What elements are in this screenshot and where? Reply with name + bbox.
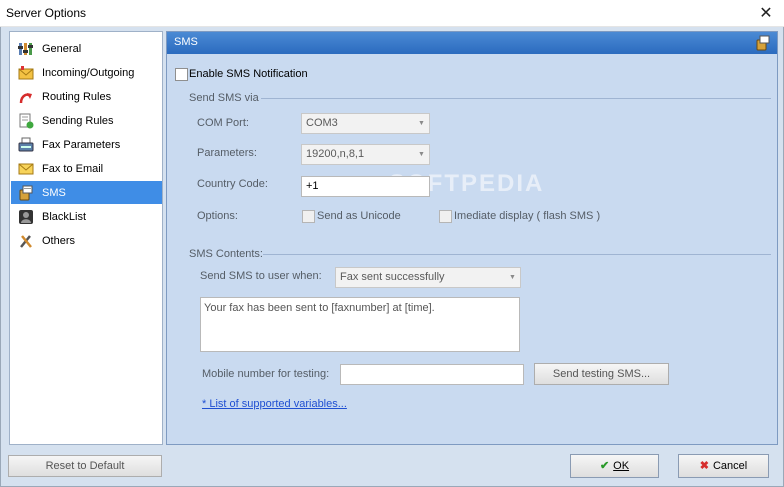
ok-button[interactable]: ✔ OK bbox=[570, 454, 659, 478]
document-rules-icon bbox=[17, 112, 35, 130]
close-icon[interactable]: ✕ bbox=[748, 0, 784, 27]
sidebar-item-routing-rules[interactable]: Routing Rules bbox=[11, 85, 162, 108]
sidebar-item-sending-rules[interactable]: Sending Rules bbox=[11, 109, 162, 132]
options-label: Options: bbox=[197, 210, 238, 222]
sidebar-item-others[interactable]: Others bbox=[11, 229, 162, 252]
sidebar-item-label: General bbox=[42, 42, 82, 55]
sidebar-item-label: SMS bbox=[42, 186, 66, 199]
country-code-label: Country Code: bbox=[197, 178, 268, 190]
chevron-down-icon: ▼ bbox=[418, 151, 425, 158]
fax-machine-icon bbox=[17, 136, 35, 154]
sms-phone-icon bbox=[755, 35, 771, 51]
sidebar-item-general[interactable]: General bbox=[11, 37, 162, 60]
sidebar-item-incoming-outgoing[interactable]: Incoming/Outgoing bbox=[11, 61, 162, 84]
send-when-label: Send SMS to user when: bbox=[200, 270, 322, 282]
send-as-unicode-label: Send as Unicode bbox=[317, 210, 401, 222]
sms-phone-icon bbox=[17, 184, 35, 202]
envelope-icon bbox=[17, 64, 35, 82]
supported-variables-link[interactable]: * List of supported variables... bbox=[202, 398, 347, 410]
title-bar: Server Options ✕ bbox=[0, 0, 784, 27]
mail-icon bbox=[17, 160, 35, 178]
sidebar-item-fax-to-email[interactable]: Fax to Email bbox=[11, 157, 162, 180]
checkmark-icon: ✔ bbox=[599, 460, 610, 472]
cancel-button-label: Cancel bbox=[712, 460, 748, 472]
ok-button-label: OK bbox=[613, 460, 630, 472]
sidebar-item-label: BlackList bbox=[42, 210, 87, 223]
blacklist-user-icon bbox=[17, 208, 35, 226]
sms-settings-panel: SMS SOFTPEDIA Enable SMS Notification Se… bbox=[166, 31, 778, 445]
cancel-x-icon: ✖ bbox=[699, 460, 709, 472]
mobile-number-label: Mobile number for testing: bbox=[202, 368, 330, 380]
routing-arrow-icon bbox=[17, 88, 35, 106]
sidebar-item-label: Others bbox=[42, 234, 76, 247]
sidebar-item-fax-parameters[interactable]: Fax Parameters bbox=[11, 133, 162, 156]
panel-header: SMS bbox=[167, 32, 777, 54]
flash-sms-label: Imediate display ( flash SMS ) bbox=[454, 210, 601, 222]
reset-to-default-button[interactable]: Reset to Default bbox=[8, 455, 162, 477]
panel-title: SMS bbox=[174, 36, 198, 48]
enable-sms-label: Enable SMS Notification bbox=[189, 68, 308, 80]
group-divider bbox=[261, 98, 771, 99]
send-when-dropdown[interactable]: Fax sent successfully ▼ bbox=[335, 267, 521, 288]
flash-sms-checkbox[interactable] bbox=[439, 210, 452, 223]
dialog-body: General Incoming/Outgoing Routing Rules … bbox=[0, 27, 784, 487]
sidebar-item-label: Fax Parameters bbox=[42, 138, 121, 151]
sidebar-item-label: Fax to Email bbox=[42, 162, 104, 175]
chevron-down-icon: ▼ bbox=[418, 120, 425, 127]
window-title: Server Options bbox=[6, 6, 87, 20]
send-via-group-title: Send SMS via bbox=[189, 92, 259, 104]
sidebar-item-sms[interactable]: SMS bbox=[11, 181, 162, 204]
tools-icon bbox=[17, 232, 35, 250]
send-testing-sms-button[interactable]: Send testing SMS... bbox=[534, 363, 669, 385]
send-as-unicode-checkbox[interactable] bbox=[302, 210, 315, 223]
general-settings-icon bbox=[17, 40, 35, 58]
parameters-value: 19200,n,8,1 bbox=[306, 148, 365, 160]
enable-sms-checkbox[interactable] bbox=[175, 68, 188, 81]
sidebar-item-label: Routing Rules bbox=[42, 90, 112, 103]
send-when-value: Fax sent successfully bbox=[340, 271, 445, 283]
country-code-input[interactable]: +1 bbox=[301, 176, 430, 197]
sms-contents-group-title: SMS Contents: bbox=[189, 248, 263, 260]
sidebar-item-label: Incoming/Outgoing bbox=[42, 66, 135, 79]
sidebar-item-blacklist[interactable]: BlackList bbox=[11, 205, 162, 228]
parameters-dropdown[interactable]: 19200,n,8,1 ▼ bbox=[301, 144, 430, 165]
sidebar: General Incoming/Outgoing Routing Rules … bbox=[9, 31, 163, 445]
com-port-label: COM Port: bbox=[197, 117, 249, 129]
com-port-value: COM3 bbox=[306, 117, 338, 129]
sms-message-textarea[interactable]: Your fax has been sent to [faxnumber] at… bbox=[200, 297, 520, 352]
mobile-number-input[interactable] bbox=[340, 364, 524, 385]
com-port-dropdown[interactable]: COM3 ▼ bbox=[301, 113, 430, 134]
chevron-down-icon: ▼ bbox=[509, 274, 516, 281]
cancel-button[interactable]: ✖ Cancel bbox=[678, 454, 769, 478]
sidebar-item-label: Sending Rules bbox=[42, 114, 114, 127]
group-divider bbox=[263, 254, 771, 255]
parameters-label: Parameters: bbox=[197, 147, 257, 159]
